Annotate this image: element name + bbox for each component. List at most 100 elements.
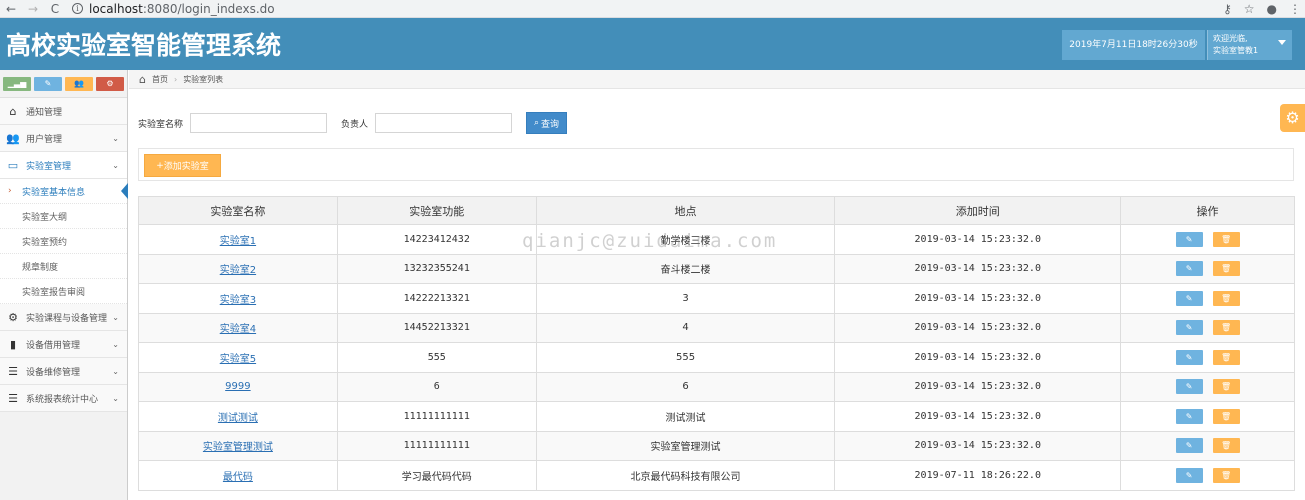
breadcrumb-home[interactable]: 首页 [152, 74, 168, 85]
bookmark-icon: ▮ [9, 337, 17, 351]
chart-icon[interactable]: ▁▃▅ [3, 76, 31, 91]
submenu-item-report-review[interactable]: 实验室报告审阅 [0, 279, 127, 304]
lab-name-link[interactable]: 实验室2 [220, 265, 256, 276]
users-icon: 👥 [6, 131, 20, 145]
lab-place-cell: 4 [535, 312, 836, 343]
lab-time-cell: 2019-03-14 15:23:32.0 [834, 283, 1122, 314]
submenu-label: 实验室大纲 [22, 212, 68, 223]
lab-time-cell: 2019-03-14 15:23:32.0 [834, 224, 1122, 255]
lab-place-cell: 6 [535, 371, 836, 402]
edit-icon[interactable]: ✎ [1175, 438, 1203, 454]
chevron-down-icon: ⌄ [112, 393, 119, 403]
plus-icon: + [156, 160, 164, 171]
lab-function-cell: 11111111111 [336, 401, 537, 432]
lab-place-cell: 勤学楼三楼 [535, 224, 836, 255]
lab-name-link[interactable]: 实验室5 [220, 354, 256, 365]
back-icon[interactable]: ← [0, 0, 22, 18]
table-row: 最代码 学习最代码代码 北京最代码科技有限公司 2019-07-11 18:26… [138, 460, 1295, 491]
users-icon[interactable]: 👥 [65, 76, 93, 91]
lab-name-label: 实验室名称 [138, 119, 184, 130]
submenu-label: 实验室基本信息 [22, 187, 86, 198]
delete-icon[interactable]: 🗑 [1212, 320, 1240, 336]
welcome-text: 欢迎光临, [1213, 34, 1248, 43]
lab-name-link[interactable]: 测试测试 [218, 413, 258, 424]
add-lab-button[interactable]: + 添加实验室 [144, 154, 221, 177]
owner-input[interactable] [375, 113, 513, 133]
desktop-icon: ▭ [7, 158, 19, 172]
browser-menu-icon[interactable]: ⋮ [1289, 2, 1301, 16]
account-icon[interactable]: ● [1267, 2, 1277, 16]
edit-icon[interactable]: ✎ [1175, 261, 1203, 277]
cogs-icon[interactable]: ⚙ [96, 76, 124, 91]
column-header: 实验室功能 [336, 196, 537, 225]
chevron-down-icon: ⌄ [112, 312, 119, 322]
delete-icon[interactable]: 🗑 [1212, 261, 1240, 277]
sidebar-item-repair[interactable]: ☰ 设备维修管理 ⌄ [0, 358, 127, 385]
user-menu[interactable]: 欢迎光临, 实验室管教1 [1207, 30, 1292, 60]
search-form: 实验室名称 负责人 ⌕ 查询 [138, 112, 568, 134]
delete-icon[interactable]: 🗑 [1212, 290, 1240, 306]
sidebar: ▁▃▅ ✎ 👥 ⚙ ⌂ 通知管理 👥 用户管理 ⌄ ▭ 实验室管理 ⌄ › 实验… [0, 70, 128, 500]
edit-icon[interactable]: ✎ [1175, 467, 1203, 483]
delete-icon[interactable]: 🗑 [1212, 408, 1240, 424]
lab-name-link[interactable]: 实验室4 [220, 324, 256, 335]
sidebar-item-label: 实验课程与设备管理 [26, 313, 108, 324]
table-row: 9999 6 6 2019-03-14 15:23:32.0 ✎ 🗑 [138, 371, 1295, 402]
lab-name-link[interactable]: 最代码 [223, 472, 253, 483]
lab-name-input[interactable] [190, 113, 328, 133]
delete-icon[interactable]: 🗑 [1212, 438, 1240, 454]
sidebar-item-label: 通知管理 [26, 107, 63, 118]
lab-time-cell: 2019-03-14 15:23:32.0 [834, 253, 1122, 284]
angle-right-icon: › [8, 186, 12, 196]
edit-icon[interactable]: ✎ [1175, 231, 1203, 247]
sidebar-item-label: 系统报表统计中心 [26, 394, 99, 405]
key-icon[interactable]: ⚷ [1223, 2, 1232, 16]
lab-name-link[interactable]: 实验室管理测试 [203, 442, 273, 453]
submenu-item-rules[interactable]: 规章制度 [0, 254, 127, 279]
sidebar-item-users[interactable]: 👥 用户管理 ⌄ [0, 125, 127, 152]
lab-time-cell: 2019-03-14 15:23:32.0 [834, 312, 1122, 343]
lab-name-link[interactable]: 9999 [225, 381, 250, 392]
chevron-down-icon: ⌄ [112, 160, 119, 170]
delete-icon[interactable]: 🗑 [1212, 379, 1240, 395]
add-lab-label: 添加实验室 [163, 162, 209, 172]
reload-icon[interactable]: C [44, 0, 66, 18]
url-text[interactable]: localhost:8080/login_indexs.do [89, 2, 275, 16]
forward-icon[interactable]: → [22, 0, 44, 18]
submenu-label: 实验室报告审阅 [22, 287, 86, 298]
lab-function-cell: 14222213321 [336, 283, 537, 314]
submenu-item-lab-info[interactable]: › 实验室基本信息 [0, 179, 128, 204]
column-header: 操作 [1120, 196, 1295, 225]
lab-place-cell: 测试测试 [535, 401, 836, 432]
info-icon[interactable]: i [72, 3, 83, 14]
sidebar-item-course-equipment[interactable]: ⚙ 实验课程与设备管理 ⌄ [0, 304, 127, 331]
app-title: 高校实验室智能管理系统 [6, 31, 282, 60]
submenu-item-lab-booking[interactable]: 实验室预约 [0, 229, 127, 254]
edit-icon[interactable]: ✎ [1175, 408, 1203, 424]
list-icon: ☰ [8, 391, 18, 405]
delete-icon[interactable]: 🗑 [1212, 467, 1240, 483]
delete-icon[interactable]: 🗑 [1212, 349, 1240, 365]
toolbar: + 添加实验室 [138, 148, 1294, 181]
breadcrumb: ⌂ 首页 › 实验室列表 [129, 70, 1305, 89]
query-button[interactable]: ⌕ 查询 [526, 112, 568, 134]
edit-icon[interactable]: ✎ [1175, 349, 1203, 365]
sidebar-item-lab[interactable]: ▭ 实验室管理 ⌄ [0, 152, 127, 179]
edit-icon[interactable]: ✎ [1175, 379, 1203, 395]
star-icon[interactable]: ☆ [1244, 2, 1255, 16]
table-header-row: 实验室名称 实验室功能 地点 添加时间 操作 [138, 196, 1295, 225]
sidebar-item-notice[interactable]: ⌂ 通知管理 [0, 98, 127, 125]
submenu-item-lab-outline[interactable]: 实验室大纲 [0, 204, 127, 229]
address-bar[interactable]: i localhost:8080/login_indexs.do [72, 2, 275, 16]
sidebar-item-reports[interactable]: ☰ 系统报表统计中心 ⌄ [0, 385, 127, 412]
lab-name-link[interactable]: 实验室3 [220, 295, 256, 306]
lab-name-link[interactable]: 实验室1 [220, 236, 256, 247]
pencil-icon[interactable]: ✎ [34, 76, 62, 91]
settings-gear-icon[interactable]: ⚙ [1280, 104, 1305, 132]
edit-icon[interactable]: ✎ [1175, 320, 1203, 336]
sidebar-item-borrow[interactable]: ▮ 设备借用管理 ⌄ [0, 331, 127, 358]
table-row: 实验室管理测试 11111111111 实验室管理测试 2019-03-14 1… [138, 430, 1295, 461]
edit-icon[interactable]: ✎ [1175, 290, 1203, 306]
table-row: 实验室1 14223412432 勤学楼三楼 2019-03-14 15:23:… [138, 224, 1295, 255]
delete-icon[interactable]: 🗑 [1212, 231, 1240, 247]
